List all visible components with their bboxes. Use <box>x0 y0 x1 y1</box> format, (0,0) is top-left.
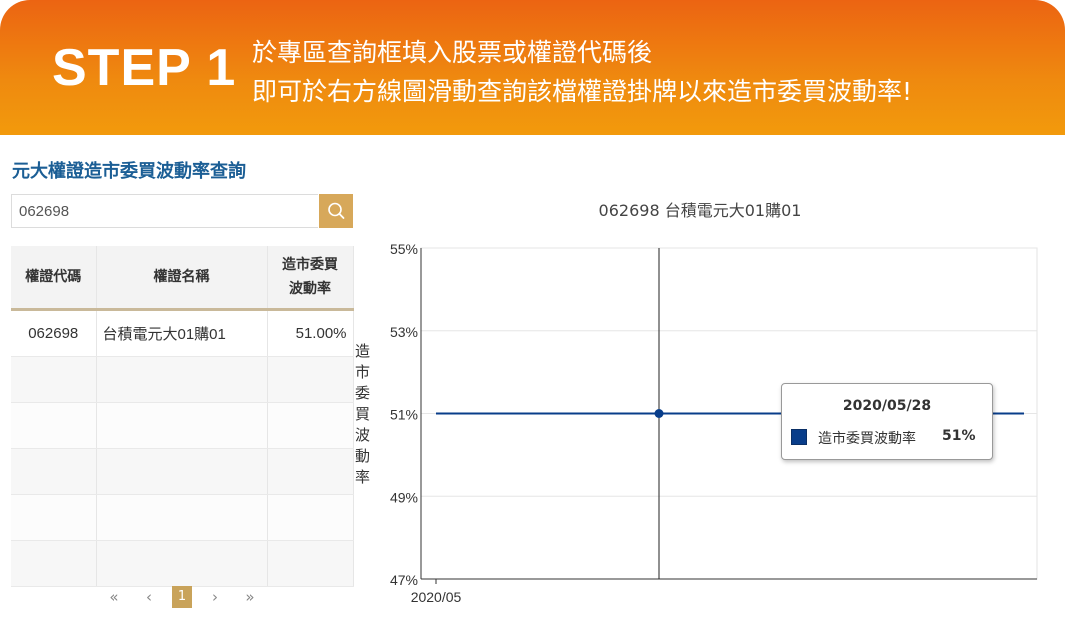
x-tick-label: 2020/05 <box>411 589 462 605</box>
tooltip-value: 51% <box>942 428 976 444</box>
y-tick-label: 53% <box>390 324 418 340</box>
tooltip-series-label: 造市委買波動率 <box>818 431 916 447</box>
data-point <box>654 409 664 418</box>
y-tick-label: 49% <box>390 489 418 505</box>
y-tick-label: 55% <box>390 241 418 257</box>
volatility-line-chart[interactable]: 55% 53% 51% 49% 47%2020/05 <box>0 0 1065 624</box>
y-tick-label: 51% <box>390 407 418 423</box>
y-tick-label: 47% <box>390 572 418 588</box>
tooltip-date: 2020/05/28 <box>842 398 932 414</box>
tooltip-series-swatch <box>791 429 807 445</box>
chart-tooltip: 2020/05/28 造市委買波動率 51% <box>781 383 993 460</box>
